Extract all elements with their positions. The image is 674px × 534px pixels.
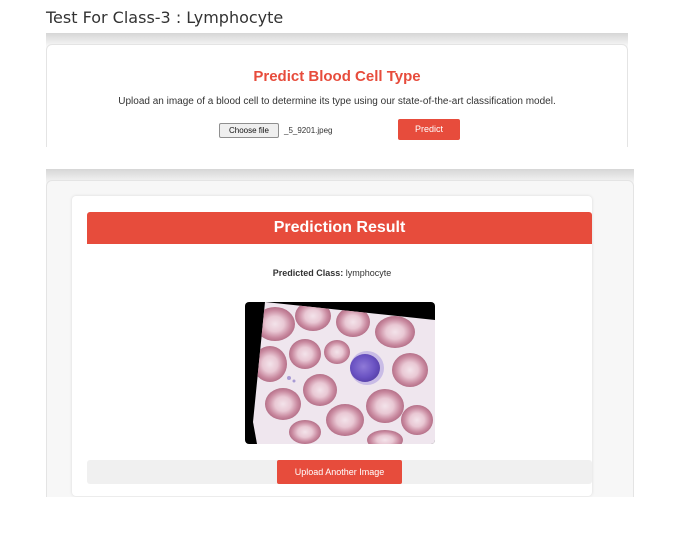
predicted-class-label: Predicted Class: (272, 268, 344, 278)
result-panel: Prediction Result Predicted Class: lymph… (46, 180, 634, 497)
result-card: Prediction Result Predicted Class: lymph… (72, 196, 592, 496)
upload-another-bar: Upload Another Image (87, 460, 592, 484)
predicted-class-value: lymphocyte (345, 268, 392, 278)
predicted-class-line: Predicted Class: lymphocyte (72, 268, 592, 278)
upload-another-image-button[interactable]: Upload Another Image (277, 460, 402, 484)
blood-cell-microscope-image-icon (245, 302, 435, 444)
upload-panel: Predict Blood Cell Type Upload an image … (46, 44, 628, 147)
upload-panel-description: Upload an image of a blood cell to deter… (118, 96, 556, 107)
result-title: Prediction Result (87, 212, 592, 244)
choose-file-button[interactable]: Choose file (219, 123, 279, 138)
page-heading: Test For Class-3 : Lymphocyte (46, 8, 284, 27)
predict-button[interactable]: Predict (398, 119, 460, 140)
blood-cell-image (245, 302, 435, 444)
selected-file-name: _5_9201.jpeg (284, 126, 333, 135)
upload-panel-title: Predict Blood Cell Type (253, 68, 421, 85)
